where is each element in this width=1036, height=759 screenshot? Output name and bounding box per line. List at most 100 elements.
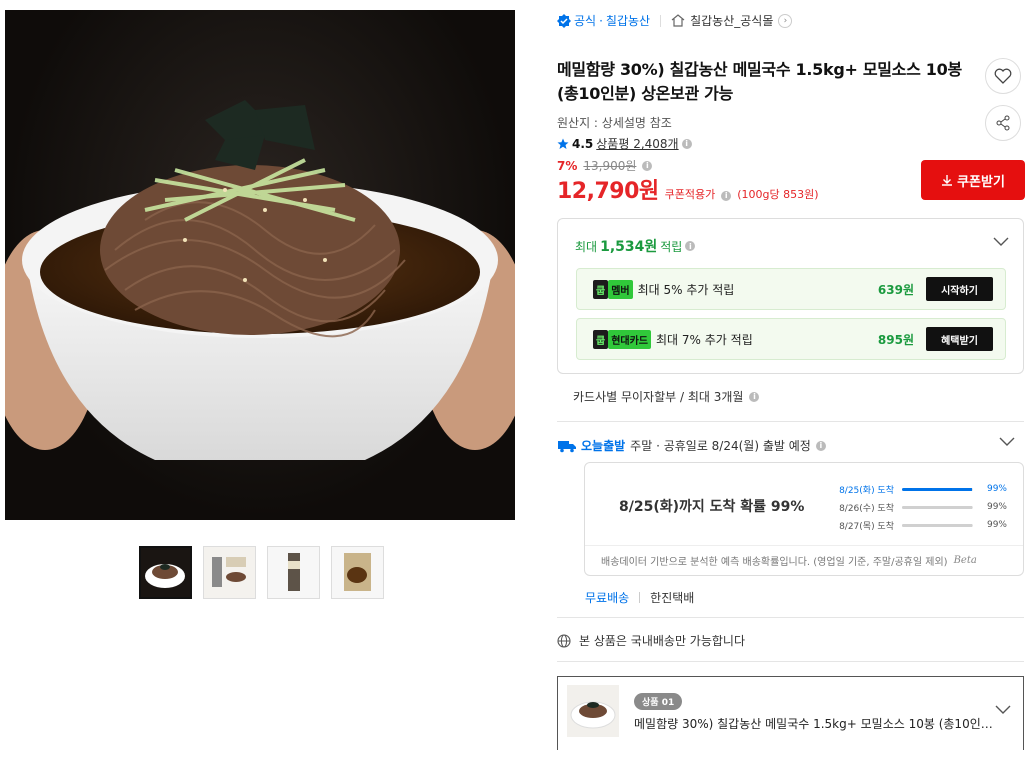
section-divider	[557, 617, 1024, 618]
coupang-chip-icon: 쿱	[593, 329, 609, 349]
arrival-headline: 8/25(화)까지 도착 확률 99%	[619, 499, 805, 515]
arrival-probability-panel: 8/25(화)까지 도착 확률 99% 8/25(화) 도착 99% 8/26(…	[584, 462, 1024, 576]
get-benefit-button[interactable]: 혜택받기	[926, 327, 993, 351]
chevron-down-icon[interactable]	[993, 237, 1009, 247]
section-divider	[557, 661, 1024, 662]
arrival-date: 8/26(수) 도착	[839, 503, 894, 514]
info-icon[interactable]: i	[749, 391, 760, 402]
option-badge: 상품 01	[634, 693, 683, 710]
reward-suffix: 적립	[660, 239, 683, 254]
info-icon[interactable]: i	[685, 241, 696, 251]
membership-chip: 멤버	[608, 279, 633, 299]
start-membership-button[interactable]: 시작하기	[926, 277, 993, 301]
noodle-bowl-illustration	[5, 100, 515, 460]
probability-bar-fill	[902, 505, 973, 509]
original-price-row: 7% 13,900원 i	[557, 157, 653, 174]
origin-info: 원산지 : 상세설명 참조	[557, 116, 672, 130]
share-button[interactable]	[985, 105, 1021, 141]
sale-price: 12,790원	[557, 179, 659, 204]
domestic-text: 본 상품은 국내배송만 가능합니다	[579, 634, 746, 648]
reward-amount: 639원	[877, 282, 914, 297]
delivery-row: 오늘출발 주말 · 공휴일로 8/24(월) 출발 예정 i	[557, 437, 826, 454]
rating-score: 4.5	[572, 136, 594, 151]
brand-divider	[660, 14, 662, 27]
delivery-schedule: 주말 · 공휴일로 8/24(월) 출발 예정	[630, 439, 811, 453]
option-thumbnail	[567, 685, 619, 737]
chevron-down-icon[interactable]	[999, 437, 1015, 447]
reward-desc: 최대 5% 추가 적립	[637, 282, 735, 297]
store-name: 칠갑농산_공식몰	[690, 14, 774, 28]
arrival-date: 8/25(화) 도착	[839, 485, 894, 496]
footnote-text: 배송데이터 기반으로 분석한 예측 배송확률입니다. (영업일 기준, 주말/공…	[601, 557, 948, 568]
arrival-pct: 99%	[986, 502, 1007, 512]
globe-icon	[557, 633, 571, 648]
today-ship-badge: 오늘출발	[557, 437, 625, 454]
brand-name: 칠갑농산	[605, 14, 651, 28]
thumbnail-strip	[139, 546, 384, 599]
option-selector[interactable]: 상품 01 메밀함량 30%) 칠갑농산 메밀국수 1.5kg+ 모밀소스 10…	[557, 676, 1024, 750]
thumbnail-2[interactable]	[203, 546, 256, 599]
installment-info: 카드사별 무이자할부 / 최대 3개월 i	[573, 388, 760, 405]
thumbnail-3[interactable]	[267, 546, 320, 599]
arrival-pct: 99%	[986, 484, 1007, 494]
section-divider	[557, 421, 1024, 422]
info-icon[interactable]: i	[721, 190, 732, 201]
reward-header[interactable]: 최대 1,534원 적립 i	[575, 236, 696, 256]
reward-prefix: 최대	[575, 239, 598, 254]
beta-label: Beta	[953, 555, 977, 566]
probability-bar-fill	[902, 523, 973, 527]
shipping-divider	[639, 592, 641, 603]
thumbnail-sauce-image	[332, 547, 383, 598]
reward-item-card: 쿱 현대카드 최대 7% 추가 적립 895원 혜택받기	[576, 318, 1006, 360]
wishlist-button[interactable]	[985, 58, 1021, 94]
truck-icon	[558, 440, 576, 452]
domestic-only-notice: 본 상품은 국내배송만 가능합니다	[557, 632, 745, 649]
chevron-right-icon: ›	[778, 13, 793, 28]
coupon-price-label: 쿠폰적용가	[664, 188, 716, 201]
product-title: 메밀함량 30%) 칠갑농산 메밀국수 1.5kg+ 모밀소스 10봉 (총10…	[557, 60, 962, 103]
probability-footnote: 배송데이터 기반으로 분석한 예측 배송확률입니다. (영업일 기준, 주말/공…	[585, 545, 1023, 575]
shipping-row: 무료배송 한진택배	[585, 589, 694, 606]
review-count-link[interactable]: 상품평 2,408개	[596, 135, 678, 152]
coupon-button-label: 쿠폰받기	[957, 174, 1005, 190]
arrival-row: 8/25(화) 도착 99%	[832, 480, 1007, 498]
arrival-row: 8/26(수) 도착 99%	[832, 498, 1007, 516]
reward-amount: 895원	[877, 332, 914, 347]
installment-text: 카드사별 무이자할부 / 최대 3개월	[573, 390, 744, 404]
product-main-image[interactable]	[5, 10, 515, 520]
thumbnail-package-image	[204, 547, 255, 598]
coupang-chip-icon: 쿱	[593, 279, 609, 299]
store-link[interactable]: 칠갑농산_공식몰 ›	[671, 12, 793, 29]
probability-bar-fill	[902, 487, 973, 491]
reward-desc: 최대 7% 추가 적립	[656, 332, 753, 347]
free-shipping-label: 무료배송	[585, 591, 630, 605]
coupon-download-button[interactable]: 쿠폰받기	[921, 160, 1025, 200]
official-brand-badge[interactable]: 공식 · 칠갑농산	[557, 12, 650, 29]
thumbnail-4[interactable]	[331, 546, 384, 599]
home-icon	[671, 14, 685, 27]
info-icon[interactable]: i	[815, 440, 826, 451]
option-bowl-image	[567, 685, 619, 737]
original-price: 13,900원	[583, 159, 637, 173]
probability-bar	[902, 523, 973, 527]
arrival-date: 8/27(목) 도착	[839, 521, 894, 532]
brand-dot: ·	[599, 13, 603, 28]
probability-bar	[902, 505, 973, 509]
thumbnail-1[interactable]	[139, 546, 192, 599]
today-ship-label: 오늘출발	[581, 439, 626, 453]
arrival-probability-list: 8/25(화) 도착 99% 8/26(수) 도착 99% 8/27(목) 도착…	[832, 480, 1007, 534]
rating-row: 4.5 상품평 2,408개 i	[557, 135, 692, 152]
option-name: 메밀함량 30%) 칠갑농산 메밀국수 1.5kg+ 모밀소스 10봉 (총10…	[634, 717, 994, 731]
reward-max-amount: 1,534원	[600, 239, 658, 255]
sale-price-row: 12,790원 쿠폰적용가 i (100g당 853원)	[557, 173, 819, 205]
info-icon[interactable]: i	[642, 160, 653, 171]
chevron-down-icon[interactable]	[995, 705, 1011, 715]
reward-item-membership: 쿱 멤버 최대 5% 추가 적립 639원 시작하기	[576, 268, 1006, 310]
verified-badge-icon	[557, 13, 571, 28]
download-icon	[942, 175, 953, 186]
star-icon	[557, 138, 569, 149]
info-icon[interactable]: i	[681, 138, 692, 149]
thumbnail-noodle-pack-image	[268, 547, 319, 598]
heart-icon	[994, 68, 1012, 84]
discount-rate: 7%	[557, 158, 578, 173]
